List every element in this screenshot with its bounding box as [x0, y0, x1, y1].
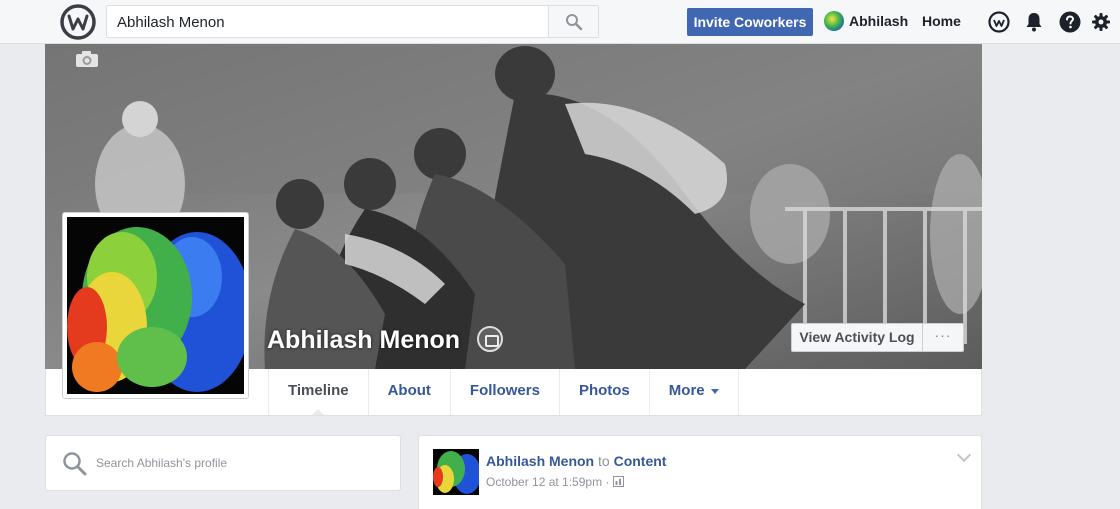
- post-author-image: [433, 449, 479, 495]
- tab-label: Timeline: [288, 382, 349, 399]
- post-header: Abhilash Menon to Content: [486, 453, 666, 469]
- search-icon: [63, 452, 87, 476]
- tab-label: Photos: [578, 382, 630, 399]
- group-privacy-icon[interactable]: [612, 476, 624, 487]
- tab-timeline[interactable]: Timeline: [269, 369, 369, 415]
- profile-badge-icon: [477, 326, 503, 352]
- avatar: [67, 217, 244, 394]
- top-navigation-bar: Abhilash Menon Invite Coworkers Abhilash…: [0, 0, 1120, 44]
- search-icon: [566, 14, 583, 31]
- avatar[interactable]: [433, 449, 479, 495]
- tab-more[interactable]: More: [650, 369, 739, 415]
- notifications-bell-icon[interactable]: [1022, 10, 1046, 34]
- meta-separator: ·: [605, 475, 613, 489]
- tab-about[interactable]: About: [369, 369, 451, 415]
- post-group-link[interactable]: Content: [614, 453, 667, 469]
- camera-icon[interactable]: [75, 50, 99, 68]
- profile-search-card[interactable]: Search Abhilash's profile: [45, 435, 401, 491]
- help-icon[interactable]: [1058, 10, 1082, 34]
- tab-label: More: [668, 382, 705, 399]
- post-connector: to: [598, 453, 610, 469]
- post-card: Abhilash Menon to Content October 12 at …: [418, 435, 982, 509]
- user-profile-link[interactable]: Abhilash: [849, 13, 908, 29]
- tab-photos[interactable]: Photos: [560, 369, 650, 415]
- post-timestamp[interactable]: October 12 at 1:59pm: [486, 475, 602, 489]
- tab-label: About: [387, 382, 431, 399]
- tab-label: Followers: [469, 382, 540, 399]
- post-author-link[interactable]: Abhilash Menon: [486, 453, 594, 469]
- search-button[interactable]: [548, 6, 598, 37]
- search-bar[interactable]: Abhilash Menon: [106, 5, 599, 38]
- view-activity-log-button[interactable]: View Activity Log: [791, 323, 923, 352]
- post-options-chevron-icon[interactable]: [956, 447, 972, 463]
- profile-image: [67, 217, 244, 394]
- profile-tabs: Timeline About Followers Photos More: [268, 369, 739, 415]
- workplace-logo-icon[interactable]: [60, 4, 96, 40]
- home-link[interactable]: Home: [922, 13, 961, 29]
- profile-picture[interactable]: [62, 212, 249, 399]
- more-options-button[interactable]: ···: [922, 323, 964, 352]
- profile-name: Abhilash Menon: [267, 326, 461, 354]
- settings-gear-icon[interactable]: [1089, 10, 1113, 34]
- invite-coworkers-button[interactable]: Invite Coworkers: [687, 8, 813, 36]
- avatar[interactable]: [824, 11, 844, 31]
- profile-search-input[interactable]: Search Abhilash's profile: [96, 456, 227, 470]
- post-meta: October 12 at 1:59pm ·: [486, 475, 624, 489]
- chat-icon[interactable]: [987, 10, 1011, 34]
- search-input[interactable]: Abhilash Menon: [117, 14, 225, 31]
- caret-down-icon: [710, 388, 719, 398]
- tab-followers[interactable]: Followers: [451, 369, 560, 415]
